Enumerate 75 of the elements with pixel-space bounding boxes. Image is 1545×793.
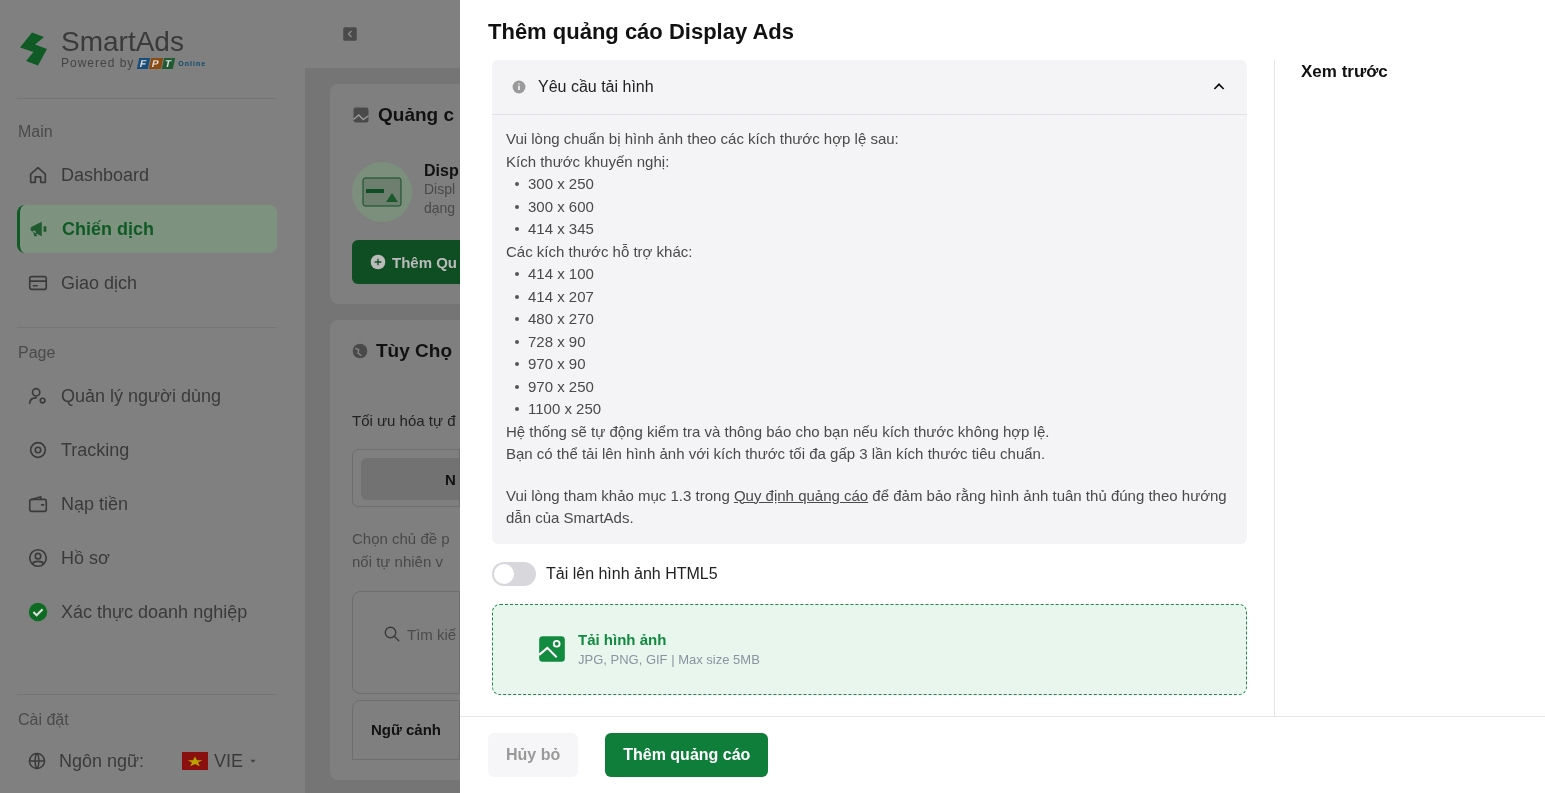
size-item: 1100 x 250 <box>528 399 602 419</box>
user-gear-icon <box>27 385 49 407</box>
sidebar-collapse-icon <box>341 25 359 43</box>
requirements-text: Hệ thống sẽ tự động kiểm tra và thông báo cho bạn nếu kích thước không hợp lệ. <box>506 421 1051 442</box>
bullet-icon <box>515 362 519 367</box>
card-subtitle: Tối ưu hóa tự đ <box>352 412 457 429</box>
info-icon <box>512 80 526 94</box>
size-item: 970 x 90 <box>528 354 586 374</box>
size-item: 728 x 90 <box>528 331 586 352</box>
preview-title: Xem trước <box>1301 62 1388 82</box>
caret-icon <box>249 757 258 765</box>
target-icon <box>27 439 49 461</box>
bullet-icon <box>515 272 519 277</box>
partner-logo-letter: P <box>149 57 164 69</box>
size-item: 414 x 100 <box>528 264 594 284</box>
bullet-icon <box>515 339 519 344</box>
sidebar-item[interactable]: Giao dịch <box>17 259 277 307</box>
add-ad-button[interactable]: Thêm Qu <box>352 240 460 284</box>
card-title: Tùy Chọ <box>376 340 452 362</box>
size-item: 480 x 270 <box>528 309 594 329</box>
card-title: Quảng c <box>378 104 454 126</box>
segment-tab[interactable]: N <box>361 458 459 500</box>
image-icon <box>538 635 566 663</box>
image-icon <box>352 106 370 124</box>
home-icon <box>27 164 49 186</box>
sidebar-item[interactable]: Hồ sơ <box>17 534 277 582</box>
toggle-label: Tải lên hình ảnh HTML5 <box>546 564 718 583</box>
sidebar-item[interactable]: Tracking <box>17 426 277 474</box>
upload-dropzone[interactable]: Tải hình ảnh JPG, PNG, GIF | Max size 5MB <box>492 603 1247 695</box>
size-item: 970 x 250 <box>528 376 594 397</box>
size-item: 414 x 207 <box>528 286 594 307</box>
bullet-icon <box>515 182 519 187</box>
globe-icon <box>352 343 368 359</box>
partner-logo-letter: F <box>137 57 151 69</box>
size-item: 300 x 600 <box>528 196 594 217</box>
wallet-icon <box>27 493 49 515</box>
requirements-text: Vui lòng chuẩn bị hình ảnh theo các kích thước hợp lệ sau: <box>506 129 900 149</box>
check-circle-icon <box>27 601 49 623</box>
submit-button[interactable]: Thêm quảng cáo <box>605 733 769 777</box>
sidebar-item[interactable]: Nạp tiền <box>17 480 277 528</box>
bullet-icon <box>515 204 519 209</box>
flag-icon <box>182 752 209 770</box>
language-label: Ngôn ngữ: <box>59 750 145 772</box>
user-circle-icon <box>27 547 49 569</box>
bullet-icon <box>515 317 519 322</box>
bullet-icon <box>515 227 519 232</box>
requirements-text: Các kích thước hỗ trợ khác: <box>506 241 694 262</box>
reference-paragraph: Vui lòng tham khảo mục 1.3 trong Quy định quảng cáo để đảm bảo rằng hình ảnh tuân thủ đúng theo hướng dẫn của SmartAds. <box>506 485 1228 528</box>
policy-link[interactable]: Quy định quảng cáo <box>733 486 869 504</box>
bullet-icon <box>515 294 519 299</box>
upload-title: Tải hình ảnh <box>578 631 668 648</box>
upload-hint: JPG, PNG, GIF | Max size 5MB <box>578 652 760 667</box>
cancel-button[interactable]: Hủy bỏ <box>488 733 579 777</box>
drawer-title: Thêm quảng cáo Display Ads <box>487 18 796 46</box>
size-item: 300 x 250 <box>528 174 594 194</box>
sidebar-item[interactable]: Quản lý người dùng <box>17 372 277 420</box>
search-icon <box>383 625 401 643</box>
partner-logo-letter: T <box>162 57 176 69</box>
bullet-icon <box>515 384 519 389</box>
requirements-header[interactable]: Yêu cầu tải hình <box>492 60 1247 115</box>
sidebar-item[interactable]: Chiến dịch <box>17 205 277 253</box>
size-item: 414 x 345 <box>528 219 594 239</box>
plus-circle-icon <box>370 254 386 270</box>
sidebar-item[interactable]: Xác thực doanh nghiệp <box>17 588 277 636</box>
language-select[interactable]: VIE <box>156 750 258 772</box>
bullet-icon <box>515 407 519 412</box>
html5-toggle[interactable] <box>492 561 536 586</box>
requirements-text: Bạn có thể tải lên hình ảnh với kích thước tối đa gấp 3 lần kích thước tiêu chuẩn. <box>506 444 1047 464</box>
requirements-text: Kích thước khuyến nghị: <box>506 151 671 172</box>
globe-icon <box>27 751 47 771</box>
sidebar-item[interactable]: Dashboard <box>17 151 277 199</box>
powered-by-text: Powered by <box>61 56 135 70</box>
ad-type-title: Disp <box>424 162 459 180</box>
context-panel-title: Ngữ cảnh <box>352 700 460 760</box>
brand-name: SmartAds <box>61 28 185 56</box>
